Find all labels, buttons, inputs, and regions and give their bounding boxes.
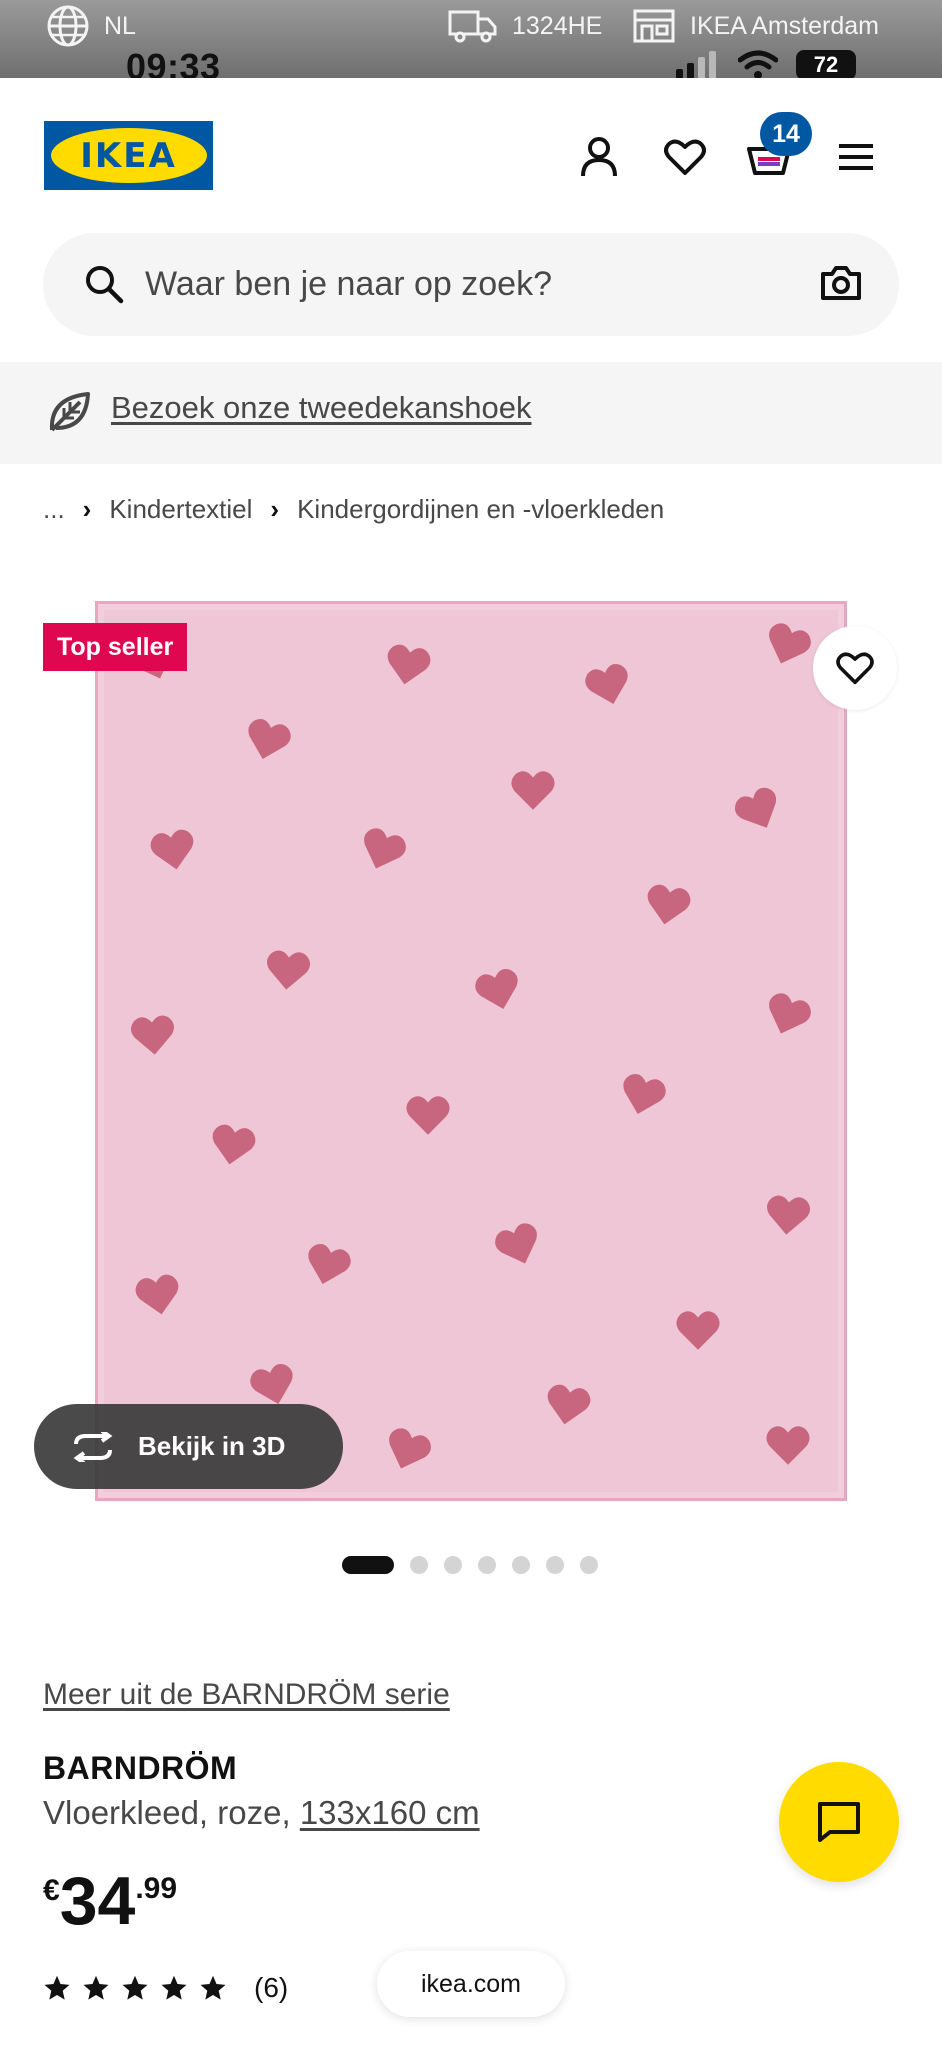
rug-heart-shape — [547, 1384, 591, 1425]
product-name: BARNDRÖM — [43, 1750, 238, 1786]
chat-button[interactable] — [779, 1762, 899, 1882]
rug-heart-shape — [734, 787, 777, 828]
chevron-right-icon: › — [270, 494, 280, 524]
rug-heart-shape — [150, 829, 194, 870]
rug-heart-shape — [495, 1223, 537, 1264]
rug-heart-shape — [212, 1124, 256, 1165]
add-to-wishlist-button[interactable] — [813, 626, 897, 710]
price-decimal: .99 — [135, 1872, 178, 1905]
product-description: Vloerkleed, roze, 133x160 cm — [43, 1794, 480, 1832]
status-indicators: 72 — [674, 50, 856, 80]
rug-heart-shape — [475, 968, 518, 1009]
second-chance-link[interactable]: Bezoek onze tweedekanshoek — [111, 390, 532, 426]
rug-heart-shape — [248, 718, 291, 759]
hamburger-menu-icon — [839, 144, 873, 170]
rug-heart-shape — [766, 1426, 810, 1465]
rug-heart-shape — [135, 1274, 179, 1315]
rug-heart-shape — [389, 1428, 431, 1469]
chevron-right-icon: › — [82, 494, 92, 524]
user-icon — [581, 137, 617, 177]
store-label: IKEA Amsterdam — [690, 11, 879, 40]
rug-heart-shape — [130, 1015, 175, 1055]
leaf-icon — [49, 392, 90, 432]
rug-heart-shape — [266, 950, 311, 990]
rug-heart-shape — [769, 623, 811, 664]
carousel-dot[interactable] — [410, 1556, 428, 1574]
carousel-dot[interactable] — [512, 1556, 530, 1574]
rug-heart-shape — [623, 1073, 666, 1114]
rug-heart-shape — [387, 644, 431, 685]
star-icon — [122, 1975, 148, 2000]
store-icon — [633, 9, 675, 43]
carousel-dot[interactable] — [444, 1556, 462, 1574]
cellular-signal-icon — [676, 51, 716, 79]
product-image-gallery[interactable]: Top seller Bekijk in 3D — [0, 560, 942, 1550]
browser-url: ikea.com — [420, 1969, 522, 1998]
rug-heart-shape — [769, 993, 811, 1034]
delivery-postcode[interactable]: 1324HE — [448, 10, 603, 43]
carousel-dot-active[interactable] — [342, 1556, 394, 1574]
star-icon — [161, 1975, 187, 2000]
size-link[interactable]: 133x160 cm — [300, 1794, 480, 1831]
search-bar[interactable] — [43, 233, 899, 336]
star-icon — [200, 1975, 226, 2000]
globe-icon — [47, 5, 89, 47]
rug-heart-shape — [250, 1363, 293, 1404]
top-seller-badge: Top seller — [43, 623, 188, 671]
product-description-text: Vloerkleed, roze, — [43, 1794, 300, 1831]
menu-button[interactable] — [832, 133, 880, 181]
wifi-icon — [738, 50, 778, 79]
product-image — [95, 601, 847, 1501]
carousel-dot[interactable] — [546, 1556, 564, 1574]
wishlist-button[interactable] — [661, 133, 709, 181]
breadcrumb-ellipsis[interactable]: ... — [43, 494, 65, 525]
truck-icon — [448, 10, 497, 43]
breadcrumb-item-kindertextiel[interactable]: Kindertextiel — [109, 494, 252, 525]
heart-icon — [664, 139, 706, 175]
rug-heart-shape — [308, 1243, 351, 1284]
breadcrumb: ... › Kindertextiel › Kindergordijnen en… — [43, 494, 664, 525]
star-icon — [83, 1975, 109, 2000]
heart-icon — [836, 652, 874, 685]
carousel-dot[interactable] — [478, 1556, 496, 1574]
search-icon — [86, 266, 124, 304]
price-currency: € — [43, 1874, 60, 1907]
ikea-logo[interactable]: IKEA — [44, 121, 213, 190]
product-price: € 34 .99 — [43, 1866, 177, 1936]
language-selector[interactable]: NL — [46, 5, 136, 47]
rug-heart-shape — [585, 663, 628, 704]
rug-heart-shape — [676, 1311, 720, 1350]
breadcrumb-item-kindergordijnen[interactable]: Kindergordijnen en -vloerkleden — [297, 494, 664, 525]
rug-heart-shape — [511, 771, 555, 810]
language-label: NL — [104, 11, 136, 40]
star-icon — [44, 1975, 70, 2000]
heart-pattern — [130, 623, 811, 1469]
search-input[interactable] — [145, 257, 745, 312]
rug-heart-shape — [364, 828, 406, 869]
series-link[interactable]: Meer uit de BARNDRÖM serie — [43, 1678, 450, 1712]
rug-heart-shape — [406, 1096, 450, 1135]
battery-indicator: 72 — [796, 50, 856, 80]
view-in-3d-label: Bekijk in 3D — [138, 1431, 286, 1461]
postcode-label: 1324HE — [512, 11, 603, 40]
rug-heart-shape — [647, 884, 691, 925]
review-count: (6) — [254, 1972, 289, 2003]
store-selector[interactable]: IKEA Amsterdam — [632, 9, 879, 43]
logo-text: IKEA — [50, 128, 207, 183]
image-carousel-indicator — [342, 1556, 598, 1574]
cart-count-badge: 14 — [760, 112, 812, 156]
account-button[interactable] — [575, 133, 623, 181]
browser-url-bar[interactable]: ikea.com — [377, 1951, 565, 2017]
product-rating[interactable]: (6) — [43, 1972, 288, 2004]
chat-bubble-icon — [818, 1802, 860, 1842]
rotate-3d-icon — [73, 1431, 113, 1462]
camera-icon[interactable] — [819, 263, 863, 303]
price-integer: 34 — [59, 1863, 136, 1939]
carousel-dot[interactable] — [580, 1556, 598, 1574]
rug-heart-shape — [766, 1195, 811, 1235]
second-chance-banner: Bezoek onze tweedekanshoek — [0, 362, 942, 464]
view-in-3d-button[interactable]: Bekijk in 3D — [34, 1404, 343, 1489]
